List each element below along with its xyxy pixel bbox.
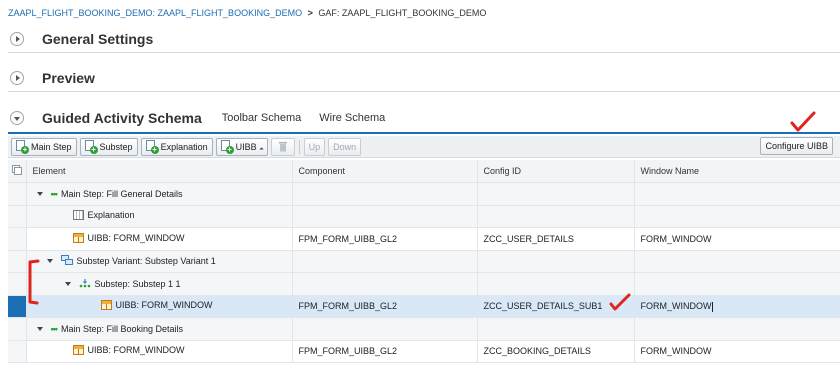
add-uibb-button[interactable]: + UIBB xyxy=(215,137,268,156)
general-settings-title: General Settings xyxy=(42,30,154,47)
preview-panel[interactable]: Preview xyxy=(8,64,840,92)
table-row[interactable]: UIBB: FORM_WINDOW FPM_FORM_UIBB_GL2 ZCC_… xyxy=(8,340,840,363)
table-row[interactable]: ••• Main Step: Fill General Details xyxy=(8,182,840,206)
table-row[interactable]: ••• Main Step: Fill Booking Details xyxy=(8,317,840,341)
row-selector[interactable] xyxy=(8,227,27,251)
config-id-cell[interactable]: ZCC_USER_DETAILS xyxy=(477,227,635,251)
column-header-element[interactable]: Element xyxy=(26,160,293,183)
move-down-button[interactable]: Down xyxy=(328,137,362,156)
section-underline xyxy=(8,132,840,134)
config-id-cell[interactable]: ZCC_BOOKING_DETAILS xyxy=(477,340,635,363)
uibb-icon xyxy=(72,345,84,356)
add-substep-button[interactable]: + Substep xyxy=(79,137,138,156)
window-name-cell[interactable]: FORM_WINDOW xyxy=(634,340,840,363)
add-main-step-button[interactable]: + Main Step xyxy=(11,137,77,156)
table-settings-icon[interactable] xyxy=(8,160,27,183)
expand-icon[interactable] xyxy=(10,31,24,46)
table-row[interactable]: Substep Variant: Substep Variant 1 xyxy=(8,250,840,273)
move-up-button[interactable]: Up xyxy=(303,137,326,156)
schema-toolbar: + Main Step + Substep + Explanation + UI… xyxy=(8,136,840,158)
add-document-icon: + xyxy=(84,140,98,154)
row-selector[interactable] xyxy=(8,205,27,228)
collapse-arrow-icon[interactable] xyxy=(36,327,43,332)
row-selector[interactable] xyxy=(8,295,27,318)
configure-uibb-button[interactable]: Configure UIBB xyxy=(760,137,833,155)
checkmark-annotation-icon xyxy=(609,293,631,311)
bracket-annotation-icon xyxy=(28,259,40,305)
collapse-icon[interactable] xyxy=(10,111,24,125)
column-header-window-name[interactable]: Window Name xyxy=(634,160,840,183)
component-cell[interactable]: FPM_FORM_UIBB_GL2 xyxy=(292,227,478,251)
collapse-arrow-icon[interactable] xyxy=(36,192,43,197)
column-header-config-id[interactable]: Config ID xyxy=(477,160,635,183)
row-selector[interactable] xyxy=(8,340,27,363)
window-name-cell[interactable]: FORM_WINDOW xyxy=(634,227,840,251)
checkmark-annotation-icon xyxy=(790,111,816,132)
row-selector[interactable] xyxy=(8,317,27,341)
preview-title: Preview xyxy=(42,69,95,86)
uibb-icon xyxy=(100,300,112,311)
guided-activity-schema-title: Guided Activity Schema xyxy=(42,110,202,126)
delete-button[interactable] xyxy=(270,137,295,156)
main-step-icon: ••• xyxy=(50,189,59,200)
main-step-icon: ••• xyxy=(50,324,59,335)
component-cell[interactable]: FPM_FORM_UIBB_GL2 xyxy=(292,295,478,318)
guided-activity-schema-panel: Guided Activity Schema Toolbar Schema Wi… xyxy=(8,104,840,132)
component-cell[interactable]: FPM_FORM_UIBB_GL2 xyxy=(292,340,478,363)
breadcrumb-link[interactable]: ZAAPL_FLIGHT_BOOKING_DEMO: ZAAPL_FLIGHT_… xyxy=(8,8,302,18)
add-explanation-button[interactable]: + Explanation xyxy=(140,137,213,156)
row-selector[interactable] xyxy=(8,272,27,296)
column-header-component[interactable]: Component xyxy=(292,160,478,183)
breadcrumb-current: GAF: ZAAPL_FLIGHT_BOOKING_DEMO xyxy=(318,8,487,18)
row-selector[interactable] xyxy=(8,182,27,206)
collapse-arrow-icon[interactable] xyxy=(46,259,53,264)
substep-variant-icon xyxy=(60,255,73,267)
add-document-icon: + xyxy=(220,140,234,154)
table-row[interactable]: UIBB: FORM_WINDOW FPM_FORM_UIBB_GL2 ZCC_… xyxy=(8,227,840,251)
text-cursor xyxy=(711,301,713,312)
table-header-row: Element Component Config ID Window Name xyxy=(8,160,840,183)
row-selector[interactable] xyxy=(8,250,27,273)
toolbar-separator xyxy=(298,139,300,154)
breadcrumb: ZAAPL_FLIGHT_BOOKING_DEMO: ZAAPL_FLIGHT_… xyxy=(8,8,486,18)
window-name-cell[interactable]: FORM_WINDOW xyxy=(634,295,840,318)
table-row-selected[interactable]: UIBB: FORM_WINDOW FPM_FORM_UIBB_GL2 ZCC_… xyxy=(8,295,840,318)
dropdown-indicator-icon xyxy=(259,147,264,152)
table-row[interactable]: Substep: Substep 1 1 xyxy=(8,272,840,296)
schema-table: Element Component Config ID Window Name … xyxy=(8,160,840,363)
add-document-icon: + xyxy=(16,140,29,154)
uibb-icon xyxy=(72,232,84,243)
breadcrumb-separator: > xyxy=(307,8,313,18)
expand-icon[interactable] xyxy=(10,70,24,85)
add-document-icon: + xyxy=(145,140,159,154)
tab-toolbar-schema[interactable]: Toolbar Schema xyxy=(222,112,302,124)
table-row[interactable]: Explanation xyxy=(8,205,840,228)
collapse-arrow-icon[interactable] xyxy=(64,281,71,286)
general-settings-panel[interactable]: General Settings xyxy=(8,25,840,53)
trash-icon xyxy=(276,140,290,154)
explanation-icon xyxy=(72,210,84,221)
tab-wire-schema[interactable]: Wire Schema xyxy=(319,112,385,124)
substep-icon xyxy=(79,278,91,290)
